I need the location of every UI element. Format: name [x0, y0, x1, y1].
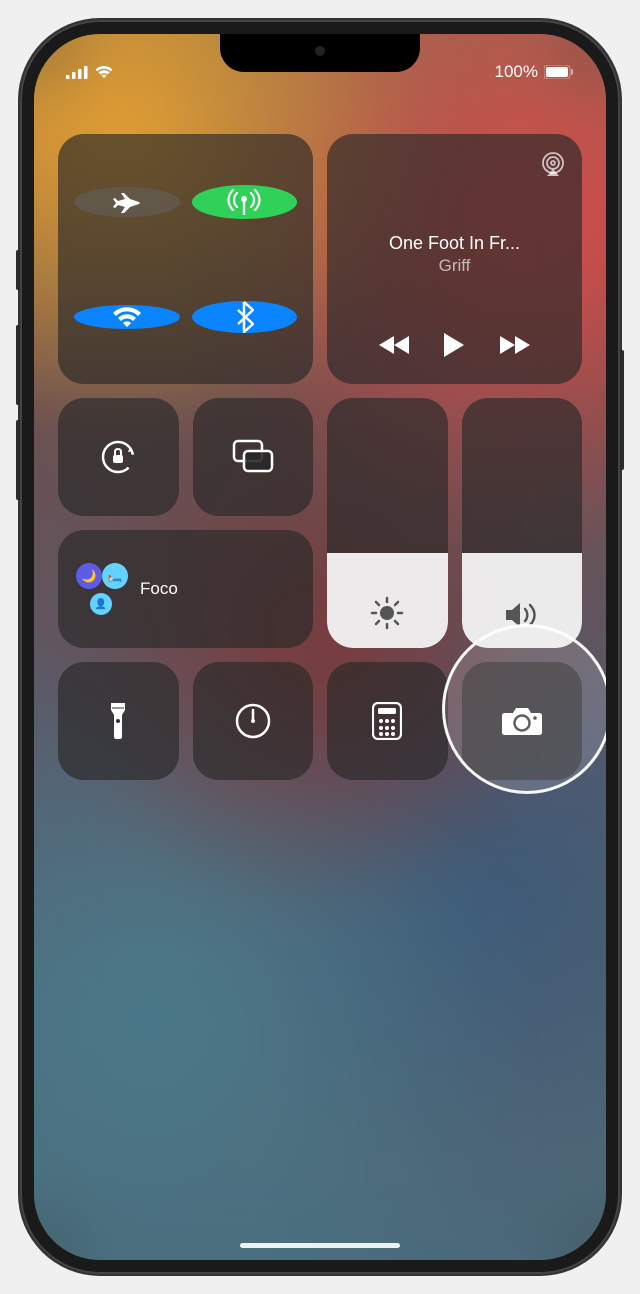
volume-down-button	[16, 420, 20, 500]
home-indicator[interactable]	[240, 1243, 400, 1248]
battery-icon	[544, 65, 574, 79]
rewind-button[interactable]	[379, 335, 411, 355]
cellular-data-toggle[interactable]	[192, 185, 298, 219]
calculator-icon	[372, 702, 402, 740]
brightness-icon	[370, 596, 404, 630]
bluetooth-toggle[interactable]	[192, 301, 298, 333]
bluetooth-icon	[234, 301, 254, 333]
focus-button[interactable]: 🌙 🛏️ 👤 Foco	[58, 530, 313, 648]
connectivity-group	[58, 134, 313, 384]
flashlight-icon	[108, 701, 128, 741]
iphone-frame: 100%	[20, 20, 620, 1274]
timer-icon	[234, 702, 272, 740]
screen: 100%	[34, 34, 606, 1260]
wifi-icon	[94, 65, 114, 79]
orientation-lock-icon	[98, 437, 138, 477]
media-artist: Griff	[343, 256, 566, 276]
volume-icon	[504, 600, 540, 630]
cellular-signal-icon	[66, 65, 88, 79]
camera-button[interactable]	[462, 662, 583, 780]
airplay-icon[interactable]	[540, 152, 566, 176]
calculator-button[interactable]	[327, 662, 448, 780]
battery-percentage: 100%	[495, 62, 538, 82]
orientation-lock-toggle[interactable]	[58, 398, 179, 516]
notch	[220, 34, 420, 72]
focus-label: Foco	[140, 579, 178, 599]
camera-icon	[501, 705, 543, 737]
media-title: One Foot In Fr...	[343, 233, 566, 254]
control-center[interactable]: One Foot In Fr... Griff	[34, 34, 606, 1260]
timer-button[interactable]	[193, 662, 314, 780]
fast-forward-button[interactable]	[498, 335, 530, 355]
brightness-slider[interactable]	[327, 398, 448, 648]
wifi-icon	[111, 305, 143, 329]
personal-icon: 👤	[95, 599, 107, 610]
silent-switch	[16, 250, 20, 290]
bed-icon: 🛏️	[108, 569, 123, 583]
airplane-icon	[112, 187, 142, 217]
antenna-icon	[227, 185, 261, 219]
volume-slider[interactable]	[462, 398, 583, 648]
screen-mirroring-icon	[232, 439, 274, 475]
screen-mirroring-button[interactable]	[193, 398, 314, 516]
volume-up-button	[16, 325, 20, 405]
moon-icon: 🌙	[82, 569, 97, 583]
media-controls[interactable]: One Foot In Fr... Griff	[327, 134, 582, 384]
airplane-mode-toggle[interactable]	[74, 187, 180, 217]
play-button[interactable]	[442, 332, 466, 358]
flashlight-button[interactable]	[58, 662, 179, 780]
side-button	[620, 350, 624, 470]
wifi-toggle[interactable]	[74, 305, 180, 329]
focus-icon-cluster: 🌙 🛏️ 👤	[76, 563, 128, 615]
